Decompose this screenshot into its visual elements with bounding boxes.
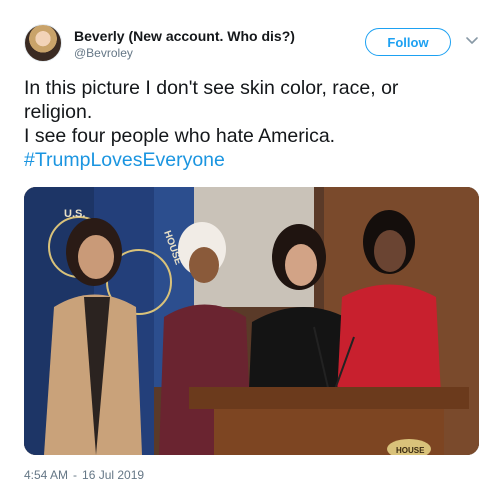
chevron-down-icon[interactable] bbox=[464, 32, 480, 48]
tweet-line: religion. bbox=[24, 101, 93, 123]
tweet-line: I see four people who hate America. bbox=[24, 125, 336, 147]
podium-text: HOUSE bbox=[396, 446, 425, 455]
follow-button[interactable]: Follow bbox=[365, 28, 451, 56]
podium-top bbox=[189, 387, 469, 409]
person-face bbox=[189, 247, 219, 283]
tweet-date: 16 Jul 2019 bbox=[82, 468, 145, 482]
tweet-line: In this picture I don't see skin color, … bbox=[24, 77, 399, 99]
author-block[interactable]: Beverly (New account. Who dis?) @Bevrole… bbox=[74, 28, 295, 60]
person-face bbox=[374, 230, 406, 272]
hashtag-link[interactable]: #TrumpLovesEveryone bbox=[24, 148, 484, 172]
tweet-time: 4:54 AM bbox=[24, 468, 69, 482]
photo-illustration: U.S. HOUSE HOUSE bbox=[24, 187, 479, 455]
tweet-timestamp[interactable]: 4:54 AM -16 Jul 2019 bbox=[24, 468, 149, 482]
tweet-photo[interactable]: U.S. HOUSE HOUSE bbox=[24, 187, 479, 455]
person-face bbox=[285, 244, 317, 286]
display-name[interactable]: Beverly (New account. Who dis?) bbox=[74, 28, 295, 44]
person-face bbox=[78, 235, 114, 279]
user-handle[interactable]: @Bevroley bbox=[74, 46, 295, 60]
tweet-text: In this picture I don't see skin color, … bbox=[24, 76, 484, 172]
flag-text: U.S. bbox=[64, 208, 85, 220]
tweet-header: Beverly (New account. Who dis?) @Bevrole… bbox=[24, 24, 484, 68]
timestamp-separator: - bbox=[73, 468, 78, 482]
avatar[interactable] bbox=[24, 24, 62, 62]
